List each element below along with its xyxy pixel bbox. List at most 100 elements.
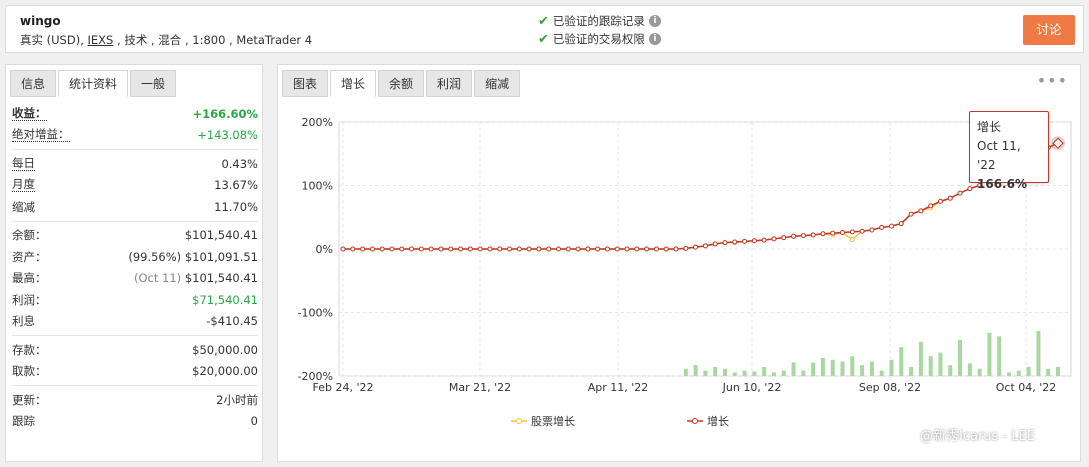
stat-profit: 利润： $71,540.41: [12, 289, 258, 311]
series-point: [565, 246, 571, 252]
highest-date: (Oct 11): [134, 271, 182, 286]
volume-bar: [713, 367, 718, 376]
tab-general[interactable]: 一般: [130, 70, 177, 97]
stat-label[interactable]: 月度: [12, 178, 35, 193]
stat-label[interactable]: 绝对增益：: [12, 128, 70, 143]
series-point: [908, 211, 914, 217]
series-point: [898, 221, 904, 227]
x-tick-label: Sep 08, '22: [859, 381, 921, 394]
x-tick-label: Apr 11, '22: [588, 381, 649, 394]
stat-label: 存款：: [12, 342, 47, 357]
series-point: [879, 224, 885, 230]
account-info-suffix: , 技术 , 混合 , 1:800 , MetaTrader 4: [113, 33, 313, 47]
stat-interest: 利息 -$410.45: [12, 311, 258, 333]
series-point: [683, 245, 689, 251]
stat-label: 更新：: [12, 392, 47, 407]
series-point: [536, 246, 542, 252]
series-point: [849, 236, 855, 242]
series-point: [702, 243, 708, 249]
stat-deposits: 存款： $50,000.00: [12, 339, 258, 361]
series-point: [575, 246, 581, 252]
series-point: [399, 246, 405, 252]
stat-label[interactable]: 收益：: [12, 106, 47, 121]
volume-bar: [860, 365, 865, 376]
tooltip-date: Oct 11, '22: [977, 139, 1021, 172]
broker-link[interactable]: IEXS: [88, 33, 114, 47]
account-info-prefix: 真实 (USD),: [20, 33, 88, 47]
stat-label: 余额：: [12, 228, 47, 243]
tooltip-value: 166.6%: [977, 177, 1027, 191]
x-tick-label: Mar 21, '22: [449, 381, 511, 394]
stat-updated: 更新： 2小时前: [12, 389, 258, 411]
stat-value: (99.56%) $101,091.51: [128, 250, 258, 264]
stat-value: -$410.45: [206, 314, 258, 329]
legend-label: 股票增长: [531, 414, 575, 428]
verified-track-record-label: 已验证的跟踪记录: [552, 14, 645, 28]
volume-bar: [909, 367, 914, 376]
series-point: [379, 246, 385, 252]
volume-bar: [967, 363, 972, 376]
volume-bar: [869, 361, 874, 376]
series-point: [722, 240, 728, 246]
y-tick-label: -100%: [298, 307, 333, 320]
series-point: [409, 246, 415, 252]
series-point: [830, 230, 836, 236]
stat-value: (Oct 11) $101,540.41: [134, 271, 258, 285]
divider: [12, 149, 258, 150]
volume-bar: [958, 340, 963, 376]
series-point: [507, 246, 513, 252]
tab-info[interactable]: 信息: [10, 70, 57, 97]
info-icon[interactable]: i: [648, 15, 661, 27]
tab-statistics[interactable]: 统计资料: [58, 70, 129, 97]
series-point: [918, 208, 924, 214]
stat-withdrawals: 取款： $20,000.00: [12, 361, 258, 383]
series-point: [360, 246, 366, 252]
volume-bar: [801, 370, 806, 376]
series-point: [751, 238, 757, 244]
stat-value: 11.70%: [214, 199, 258, 214]
stat-label: 资产：: [12, 249, 47, 264]
series-point: [448, 246, 454, 252]
account-header: wingo 真实 (USD), IEXS , 技术 , 混合 , 1:800 ,…: [5, 5, 1084, 53]
stat-label: 利润：: [12, 292, 47, 307]
series-point: [369, 246, 375, 252]
stat-drawdown: 缩减 11.70%: [12, 196, 258, 218]
volume-bar: [693, 365, 698, 376]
volume-bar: [722, 368, 727, 376]
series-point: [663, 246, 669, 252]
volume-bar: [918, 341, 923, 376]
volume-bar: [732, 372, 737, 376]
volume-bar: [928, 356, 933, 376]
volume-bar: [997, 336, 1002, 376]
series-point: [477, 246, 483, 252]
discuss-button[interactable]: 讨论: [1023, 15, 1075, 45]
stat-monthly: 月度 13.67%: [12, 175, 258, 197]
check-icon: ✔: [538, 31, 549, 47]
volume-bar: [762, 367, 767, 376]
series-point: [428, 246, 434, 252]
series-point: [937, 198, 943, 204]
volume-bar: [703, 370, 708, 376]
verified-trading-privileges-label: 已验证的交易权限: [552, 32, 645, 46]
series-point: [418, 246, 424, 252]
stat-label[interactable]: 每日: [12, 156, 35, 171]
series-point: [742, 238, 748, 244]
series-point: [546, 246, 552, 252]
info-icon[interactable]: i: [648, 33, 661, 45]
series-point: [800, 233, 806, 239]
volume-bar: [987, 332, 992, 376]
equity-percent: (99.56%): [128, 249, 182, 264]
stat-label: 利息: [12, 314, 35, 329]
highest-amount: $101,540.41: [184, 271, 258, 286]
volume-bar: [938, 352, 943, 376]
legend-label: 增长: [707, 414, 729, 428]
series-point: [732, 239, 738, 245]
series-point: [604, 246, 610, 252]
series-point: [653, 246, 659, 252]
stat-value: $71,540.41: [192, 292, 258, 307]
stat-highest: 最高： (Oct 11) $101,540.41: [12, 268, 258, 290]
volume-bar: [781, 370, 786, 376]
stat-equity: 资产： (99.56%) $101,091.51: [12, 246, 258, 268]
stat-value: $20,000.00: [192, 364, 258, 379]
volume-bar: [840, 361, 845, 376]
